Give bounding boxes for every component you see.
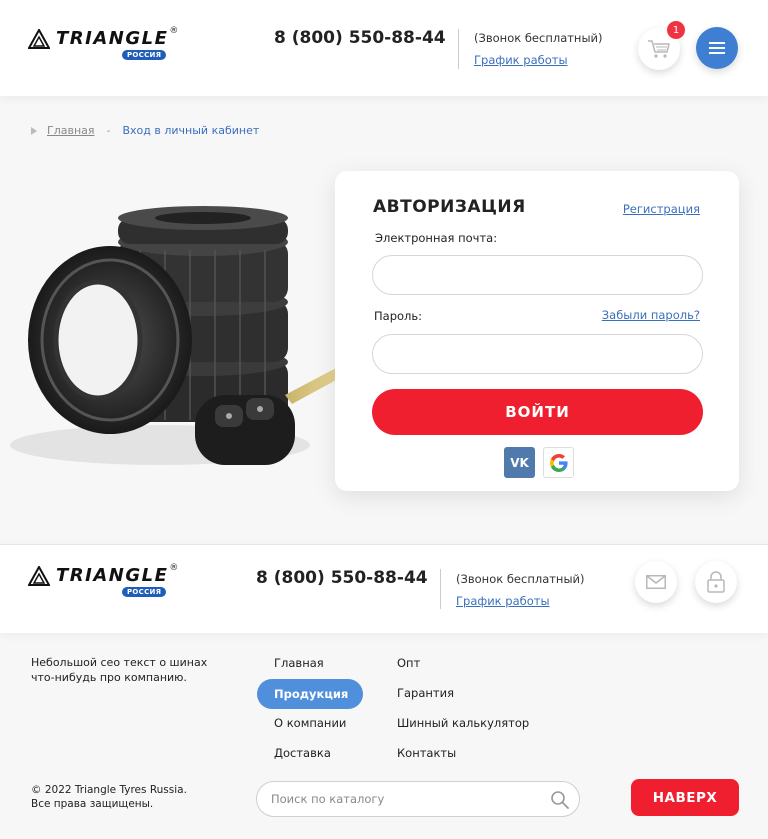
- footer-top-bar: TRIANGLE ® РОССИЯ 8 (800) 550-88-44 (Зво…: [0, 544, 768, 633]
- header-divider: [458, 29, 459, 69]
- logo-wordmark: TRIANGLE: [56, 28, 169, 49]
- email-field[interactable]: [372, 255, 703, 295]
- account-lock-button[interactable]: [695, 561, 737, 603]
- login-card: АВТОРИЗАЦИЯ Регистрация Электронная почт…: [335, 171, 739, 491]
- header-schedule-link[interactable]: График работы: [474, 53, 568, 67]
- password-field[interactable]: [372, 334, 703, 374]
- google-login-button[interactable]: [543, 447, 574, 478]
- footer-nav-tire-calculator[interactable]: Шинный калькулятор: [397, 716, 529, 730]
- hamburger-icon: [709, 42, 725, 54]
- footer-logo-wordmark: TRIANGLE: [56, 565, 169, 586]
- tires-and-key-illustration: [10, 206, 362, 465]
- breadcrumb-home-link[interactable]: Главная: [47, 124, 95, 137]
- front-tire: [28, 246, 192, 434]
- logo-registered-mark: ®: [169, 26, 179, 36]
- email-label: Электронная почта:: [375, 231, 498, 245]
- copyright-line-1: © 2022 Triangle Tyres Russia.: [31, 784, 187, 796]
- footer-nav-products[interactable]: Продукция: [257, 679, 363, 709]
- menu-button[interactable]: [696, 27, 738, 69]
- footer-phone[interactable]: 8 (800) 550-88-44: [256, 568, 428, 588]
- cart-icon: [648, 40, 670, 58]
- copyright-line-2: Все права защищены.: [31, 798, 154, 810]
- register-link[interactable]: Регистрация: [623, 202, 700, 216]
- footer-nav-delivery[interactable]: Доставка: [274, 746, 331, 760]
- footer-nav-wholesale[interactable]: Опт: [397, 656, 420, 670]
- search-icon[interactable]: [550, 790, 570, 810]
- triangle-logo-icon: [28, 28, 50, 49]
- vk-icon: VK: [510, 455, 529, 470]
- footer-free-call-note: (Звонок бесплатный): [456, 572, 585, 586]
- header-free-call-note: (Звонок бесплатный): [474, 31, 603, 45]
- back-to-top-button[interactable]: НАВЕРХ: [631, 779, 739, 816]
- lock-icon: [707, 571, 725, 593]
- footer-schedule-link[interactable]: График работы: [456, 594, 550, 608]
- breadcrumb-current: Вход в личный кабинет: [122, 124, 260, 137]
- breadcrumb-separator: -: [106, 124, 111, 137]
- breadcrumb-arrow-icon: [31, 126, 37, 135]
- mail-button[interactable]: [635, 561, 677, 603]
- triangle-logo[interactable]: TRIANGLE ® РОССИЯ: [28, 26, 179, 60]
- header-phone[interactable]: 8 (800) 550-88-44: [274, 28, 446, 48]
- breadcrumb: Главная - Вход в личный кабинет: [31, 124, 259, 137]
- footer-logo-icon: [28, 565, 50, 586]
- cart-count-badge: 1: [667, 21, 685, 39]
- catalog-search-input[interactable]: [256, 781, 580, 817]
- password-label: Пароль:: [374, 309, 423, 323]
- copyright: © 2022 Triangle Tyres Russia. Все права …: [31, 783, 187, 811]
- footer-nav-warranty[interactable]: Гарантия: [397, 686, 454, 700]
- google-icon: [549, 453, 568, 472]
- logo-region-badge: РОССИЯ: [121, 50, 167, 60]
- footer-logo-registered-mark: ®: [169, 563, 179, 573]
- login-button[interactable]: ВОЙТИ: [372, 389, 703, 435]
- login-title: АВТОРИЗАЦИЯ: [373, 197, 526, 217]
- vk-login-button[interactable]: VK: [504, 447, 535, 478]
- mail-icon: [646, 575, 666, 589]
- footer-nav-about[interactable]: О компании: [274, 716, 346, 730]
- footer-seo-text: Небольшой сео текст о шинах что-нибудь п…: [31, 656, 208, 684]
- footer-nav-contacts[interactable]: Контакты: [397, 746, 456, 760]
- forgot-password-link[interactable]: Забыли пароль?: [602, 308, 700, 322]
- footer-divider: [440, 569, 441, 609]
- footer-triangle-logo[interactable]: TRIANGLE ® РОССИЯ: [28, 563, 179, 597]
- footer-logo-region-badge: РОССИЯ: [121, 587, 167, 597]
- site-header: TRIANGLE ® РОССИЯ 8 (800) 550-88-44 (Зво…: [0, 0, 768, 96]
- footer-nav-home[interactable]: Главная: [274, 656, 324, 670]
